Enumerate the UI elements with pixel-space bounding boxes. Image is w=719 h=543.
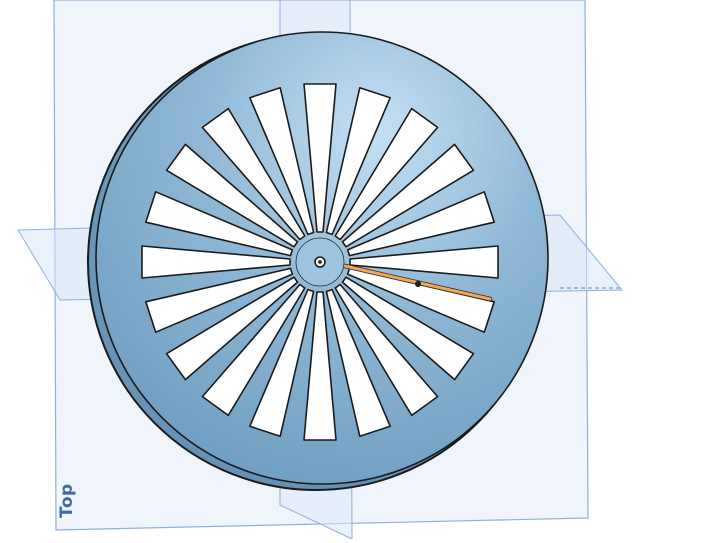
- sketch-point[interactable]: [415, 281, 421, 287]
- part-wheel[interactable]: [87, 31, 549, 491]
- cad-scene[interactable]: [0, 0, 719, 540]
- center-hole-inner: [318, 260, 322, 264]
- graphics-viewport[interactable]: Top: [0, 0, 719, 540]
- view-label-top: Top: [57, 483, 77, 518]
